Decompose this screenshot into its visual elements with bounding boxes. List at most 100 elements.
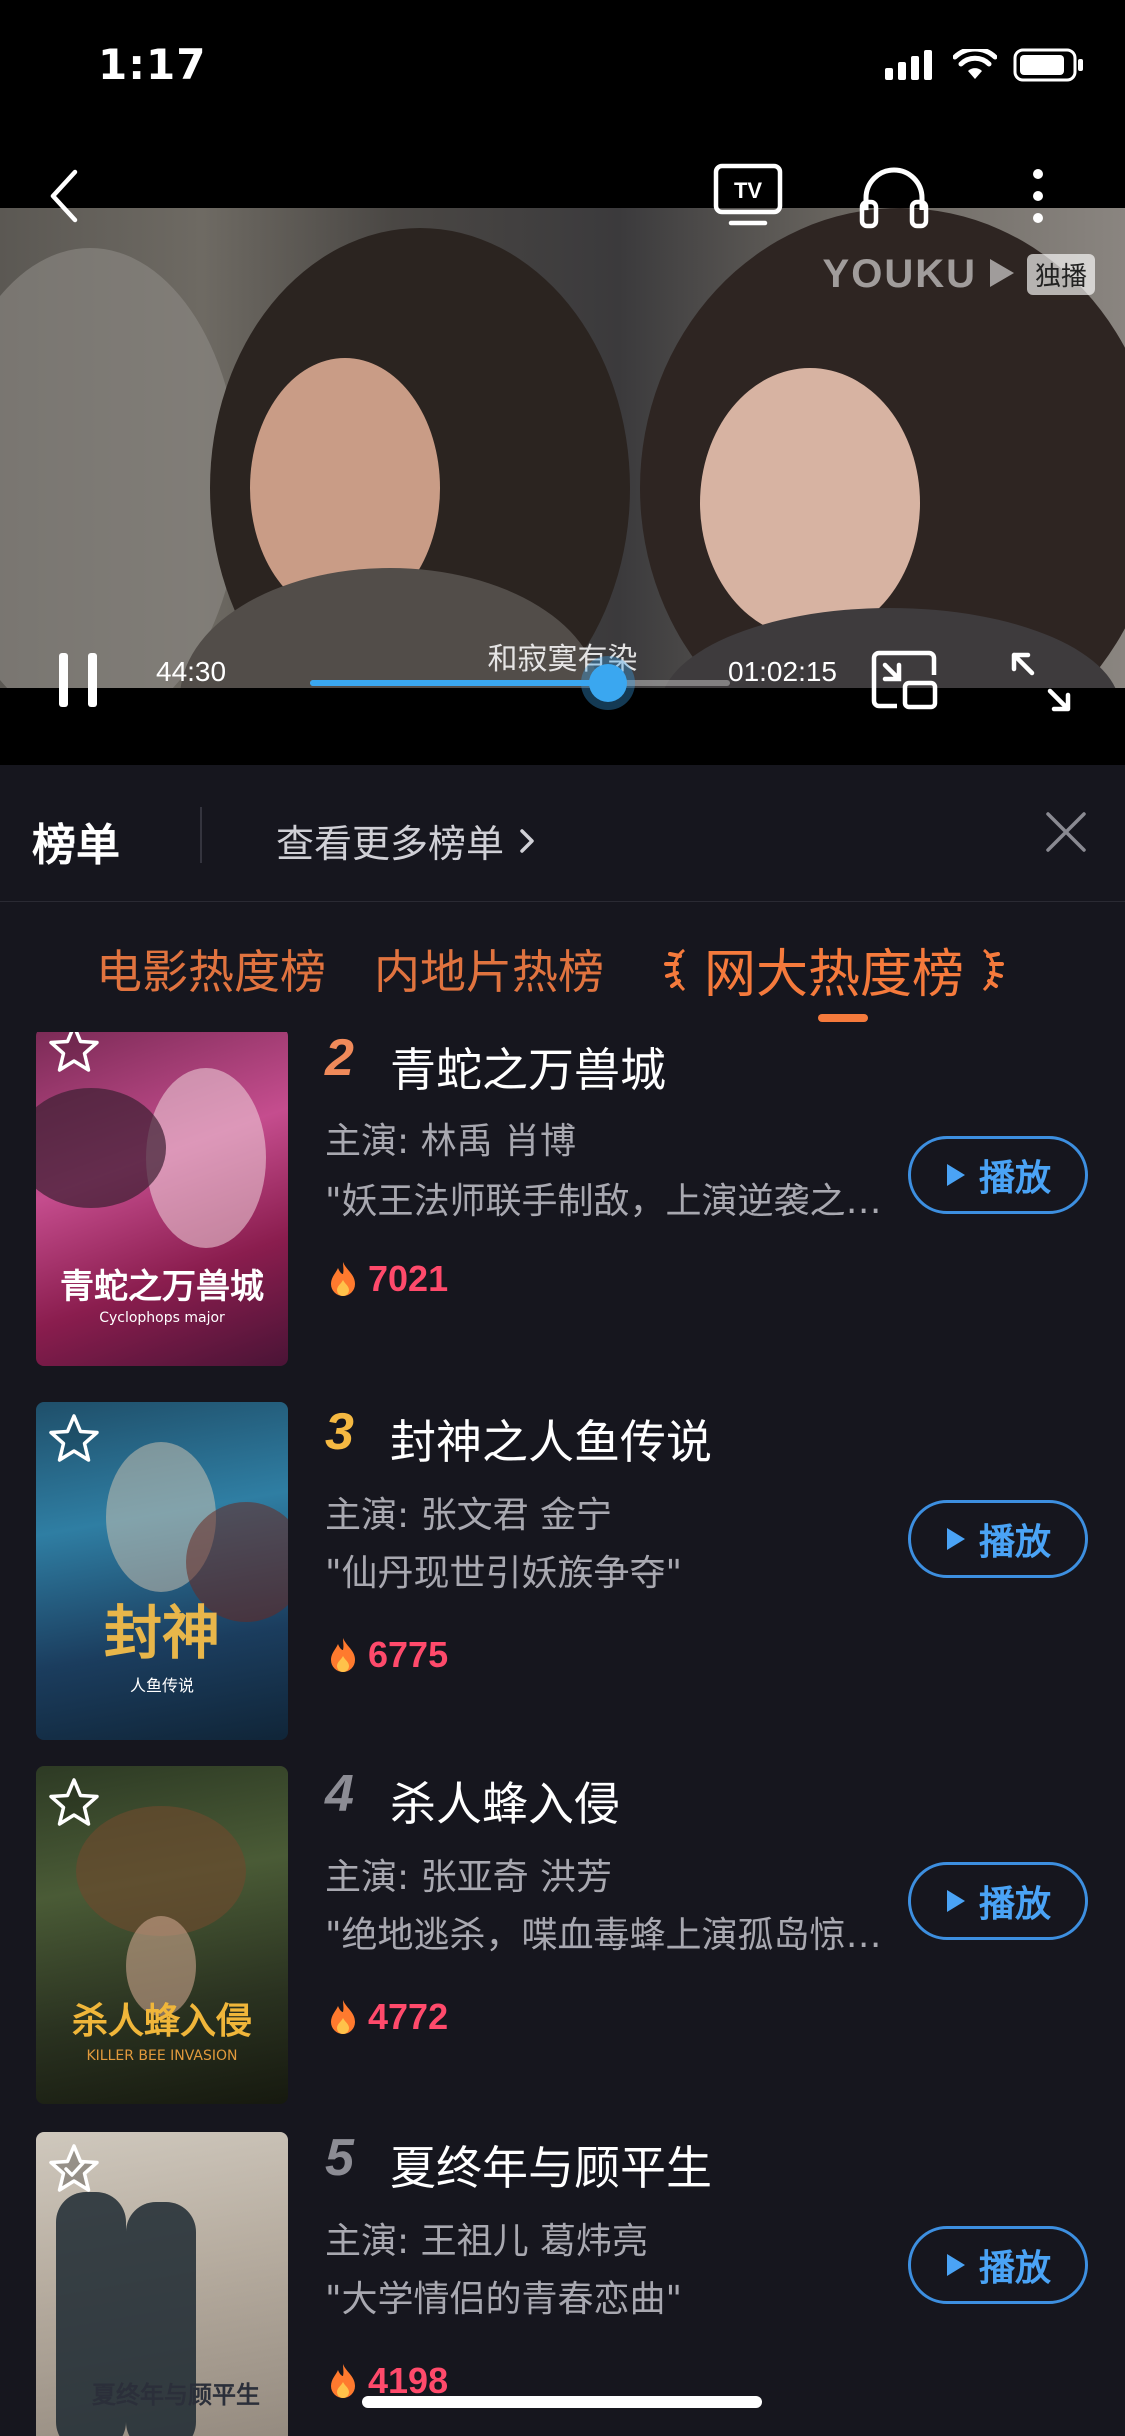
tv-icon: TV: [713, 163, 783, 226]
headphones-icon: [859, 167, 929, 229]
play-icon: [946, 2254, 965, 2276]
ranking-header: 榜单 查看更多榜单: [0, 765, 1125, 902]
pause-icon: [59, 653, 97, 707]
home-indicator[interactable]: [362, 2396, 762, 2408]
player-topbar: TV: [0, 140, 1125, 250]
fullscreen-button[interactable]: [1006, 648, 1076, 716]
more-options-button[interactable]: [1020, 162, 1056, 230]
laurel-right-icon: [982, 948, 1005, 991]
poster-title: 杀人蜂入侵: [71, 2001, 252, 2042]
poster-title: 夏终年与顾平生: [92, 2381, 260, 2409]
poster-subtitle: KILLER BEE INVASION: [86, 2048, 238, 2064]
fire-icon: [331, 2364, 355, 2398]
item-title[interactable]: 夏终年与顾平生: [390, 2132, 712, 2198]
list-item[interactable]: 封神 人鱼传说 3 封神之人鱼传说 主演: 张文君 金宁 "仙丹现世引妖族争夺"…: [0, 1372, 1125, 1740]
item-title[interactable]: 杀人蜂入侵: [390, 1768, 620, 1834]
back-button[interactable]: [44, 160, 84, 232]
fire-icon: [331, 1262, 355, 1296]
tab-mainland-films[interactable]: 内地片热榜: [374, 936, 604, 1002]
favorite-button[interactable]: [46, 1776, 102, 1834]
item-title[interactable]: 封神之人鱼传说: [390, 1406, 712, 1472]
heat-value: 7021: [368, 1258, 449, 1299]
play-button[interactable]: 播放: [908, 1500, 1088, 1578]
play-arrow-logo-icon: [987, 256, 1017, 294]
poster-subtitle: Cyclophops major: [99, 1310, 225, 1326]
play-button[interactable]: 播放: [908, 2226, 1088, 2304]
more-rankings-link[interactable]: 查看更多榜单: [276, 813, 536, 868]
play-button-label: 播放: [978, 1522, 1051, 1563]
star-checked-icon: [49, 2144, 99, 2192]
pause-button[interactable]: [50, 650, 106, 710]
poster-image[interactable]: 封神 人鱼传说: [36, 1402, 288, 1740]
fullscreen-icon: [1011, 652, 1071, 712]
rank-number: 3: [325, 1403, 354, 1461]
close-button[interactable]: [1043, 809, 1089, 859]
play-icon: [946, 1528, 965, 1550]
item-description: "仙丹现世引妖族争夺": [325, 1553, 683, 1594]
progress-handle[interactable]: [589, 664, 628, 702]
list-item[interactable]: 杀人蜂入侵 KILLER BEE INVASION 4 杀人蜂入侵 主演: 张亚…: [0, 1734, 1125, 2104]
play-button[interactable]: 播放: [908, 1136, 1088, 1214]
item-description: "大学情侣的青春恋曲": [325, 2279, 683, 2320]
youku-watermark: YOUKU 独播: [823, 252, 1095, 297]
rank-number: 4: [325, 1765, 354, 1823]
chevron-left-icon: [50, 169, 78, 223]
item-title[interactable]: 青蛇之万兽城: [390, 1034, 666, 1100]
play-button-label: 播放: [978, 2248, 1051, 2289]
item-heat: 4772: [328, 1996, 448, 2038]
more-rankings-label: 查看更多榜单: [276, 822, 505, 866]
favorite-button[interactable]: [46, 1412, 102, 1470]
progress-fill: [310, 680, 609, 686]
tab-web-movie-heat[interactable]: 网大热度榜: [662, 932, 1006, 1007]
item-heat: 6775: [328, 1634, 448, 1676]
fire-icon: [331, 2000, 355, 2034]
favorite-button[interactable]: [46, 1032, 102, 1080]
list-item[interactable]: 夏终年与顾平生 5 夏终年与顾平生 主演: 王祖儿 葛炜亮 "大学情侣的青春恋曲…: [0, 2096, 1125, 2436]
poster-image[interactable]: 青蛇之万兽城 Cyclophops major: [36, 1032, 288, 1366]
active-tab-indicator: [818, 1014, 868, 1022]
item-description: "绝地逃杀，喋血毒蜂上演孤岛惊魂": [325, 1915, 885, 1956]
exclusive-badge: 独播: [1026, 254, 1095, 295]
picture-in-picture-icon: [871, 650, 938, 710]
laurel-left-icon: [664, 948, 686, 991]
item-cast: 主演: 张亚奇 洪芳: [325, 1857, 613, 1898]
svg-text:TV: TV: [734, 178, 762, 203]
player-controls: 44:30 01:02:15: [0, 620, 1125, 730]
audio-mode-button[interactable]: [856, 160, 932, 232]
star-outline-icon: [49, 1032, 99, 1072]
picture-in-picture-button[interactable]: [870, 648, 940, 712]
rank-number: 5: [325, 2129, 354, 2187]
play-icon: [946, 1890, 965, 1912]
item-cast: 主演: 张文君 金宁: [325, 1495, 613, 1536]
play-button-label: 播放: [978, 1158, 1051, 1199]
current-time: 44:30: [156, 656, 227, 687]
list-item[interactable]: 青蛇之万兽城 Cyclophops major 2 青蛇之万兽城 主演: 林禹 …: [0, 1032, 1125, 1372]
signal-icon: [885, 50, 937, 84]
progress-bar[interactable]: [310, 664, 730, 702]
poster-title: 青蛇之万兽城: [60, 1267, 264, 1307]
status-bar: 1:17: [0, 0, 1125, 140]
poster-image[interactable]: 夏终年与顾平生: [36, 2132, 288, 2436]
close-icon: [1046, 812, 1086, 852]
youku-logo: YOUKU: [822, 252, 977, 296]
header-divider: [200, 807, 202, 863]
item-description: "妖王法师联手制敌，上演逆袭之战": [325, 1181, 885, 1222]
star-outline-icon: [49, 1414, 99, 1462]
status-time: 1:17: [98, 40, 207, 89]
tab-web-movie-heat-label: 网大热度榜: [704, 945, 965, 1005]
video-player[interactable]: TV YOUKU 独播 和寂寞有染 44:30 01:02:15: [0, 140, 1125, 765]
cast-tv-button[interactable]: TV: [712, 162, 784, 230]
play-button-label: 播放: [978, 1884, 1051, 1925]
poster-subtitle: 人鱼传说: [129, 1676, 194, 1695]
poster-image[interactable]: 杀人蜂入侵 KILLER BEE INVASION: [36, 1766, 288, 2104]
more-vertical-icon: [1033, 169, 1043, 223]
fire-icon: [331, 1638, 355, 1672]
poster-title: 封神: [103, 1599, 220, 1667]
tab-movie-heat[interactable]: 电影热度榜: [96, 936, 326, 1002]
play-button[interactable]: 播放: [908, 1862, 1088, 1940]
total-time: 01:02:15: [728, 656, 837, 687]
ranking-list: 青蛇之万兽城 Cyclophops major 2 青蛇之万兽城 主演: 林禹 …: [0, 1032, 1125, 2436]
status-icons: [885, 46, 1085, 86]
ranking-title: 榜单: [32, 820, 120, 871]
favorite-button[interactable]: [46, 2142, 102, 2200]
